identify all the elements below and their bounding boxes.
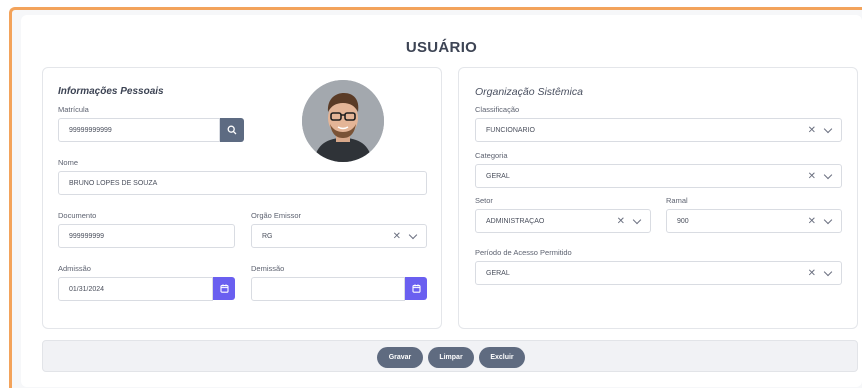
- user-form-card: USUÁRIO Informações Pessoais Matrícula 9…: [21, 15, 862, 387]
- page-title: USUÁRIO: [405, 39, 478, 56]
- classificacao-value: FUNCIONÁRIO: [486, 126, 535, 134]
- clear-x-icon[interactable]: ✕: [808, 171, 816, 182]
- avatar: [302, 80, 384, 162]
- chevron-down-icon[interactable]: [823, 215, 833, 224]
- categoria-label: Categoria: [475, 151, 508, 160]
- clear-x-icon[interactable]: ✕: [393, 231, 401, 242]
- chevron-down-icon[interactable]: [823, 170, 833, 179]
- demissao-calendar-button[interactable]: [405, 277, 427, 300]
- avatar-photo: [302, 80, 384, 162]
- periodo-value: GERAL: [486, 269, 510, 277]
- chevron-down-icon[interactable]: [823, 124, 833, 133]
- classificacao-label: Classificação: [475, 105, 520, 114]
- setor-value: ADMINISTRAÇÃO: [486, 217, 545, 225]
- ramal-label: Ramal: [666, 196, 688, 205]
- matricula-label: Matrícula: [58, 105, 89, 114]
- documento-value: 999999999: [69, 232, 105, 240]
- ramal-select[interactable]: 900 ✕: [666, 209, 842, 233]
- periodo-select[interactable]: GERAL ✕: [475, 261, 842, 285]
- orgao-emissor-label: Orgão Emissor: [251, 211, 302, 220]
- demissao-label: Demissão: [251, 264, 285, 273]
- clear-button[interactable]: Limpar: [428, 347, 474, 368]
- nome-value: BRUNO LOPES DE SOUZA: [69, 179, 158, 187]
- categoria-value: GERAL: [486, 172, 510, 180]
- setor-select[interactable]: ADMINISTRAÇÃO ✕: [475, 209, 651, 233]
- calendar-icon: [411, 284, 421, 293]
- admissao-label: Admissão: [58, 264, 91, 273]
- calendar-icon: [219, 284, 229, 293]
- organization-panel: Organização Sistêmica Classificação FUNC…: [458, 67, 858, 329]
- admissao-calendar-button[interactable]: [213, 277, 235, 300]
- chevron-down-icon[interactable]: [823, 267, 833, 276]
- clear-x-icon[interactable]: ✕: [808, 125, 816, 136]
- clear-x-icon[interactable]: ✕: [808, 216, 816, 227]
- clear-x-icon[interactable]: ✕: [617, 216, 625, 227]
- documento-field[interactable]: 999999999: [58, 224, 235, 248]
- search-button[interactable]: [220, 118, 244, 142]
- orgao-emissor-value: RG: [262, 232, 273, 240]
- ramal-value: 900: [677, 217, 689, 225]
- orgao-emissor-select[interactable]: RG ✕: [251, 224, 427, 248]
- clear-x-icon[interactable]: ✕: [808, 268, 816, 279]
- admissao-value: 01/31/2024: [69, 285, 105, 293]
- page-frame: USUÁRIO Informações Pessoais Matrícula 9…: [9, 7, 862, 388]
- nome-label: Nome: [58, 158, 79, 167]
- classificacao-select[interactable]: FUNCIONÁRIO ✕: [475, 118, 842, 142]
- nome-field[interactable]: BRUNO LOPES DE SOUZA: [58, 171, 427, 195]
- matricula-field[interactable]: 99999999999: [58, 118, 220, 142]
- periodo-label: Período de Acesso Permitido: [475, 248, 572, 257]
- setor-label: Setor: [475, 196, 493, 205]
- matricula-value: 99999999999: [69, 126, 112, 134]
- personal-section-title: Informações Pessoais: [58, 86, 164, 97]
- admissao-field[interactable]: 01/31/2024: [58, 277, 213, 301]
- documento-label: Documento: [58, 211, 97, 220]
- categoria-select[interactable]: GERAL ✕: [475, 164, 842, 188]
- action-bar: Gravar Limpar Excluir: [42, 340, 858, 372]
- delete-button[interactable]: Excluir: [479, 347, 525, 368]
- save-button[interactable]: Gravar: [377, 347, 423, 368]
- personal-info-panel: Informações Pessoais Matrícula 999999999…: [42, 67, 442, 329]
- search-icon: [227, 125, 237, 135]
- chevron-down-icon[interactable]: [408, 230, 418, 239]
- chevron-down-icon[interactable]: [632, 215, 642, 224]
- demissao-field[interactable]: [251, 277, 405, 301]
- organization-section-title: Organização Sistêmica: [475, 86, 583, 98]
